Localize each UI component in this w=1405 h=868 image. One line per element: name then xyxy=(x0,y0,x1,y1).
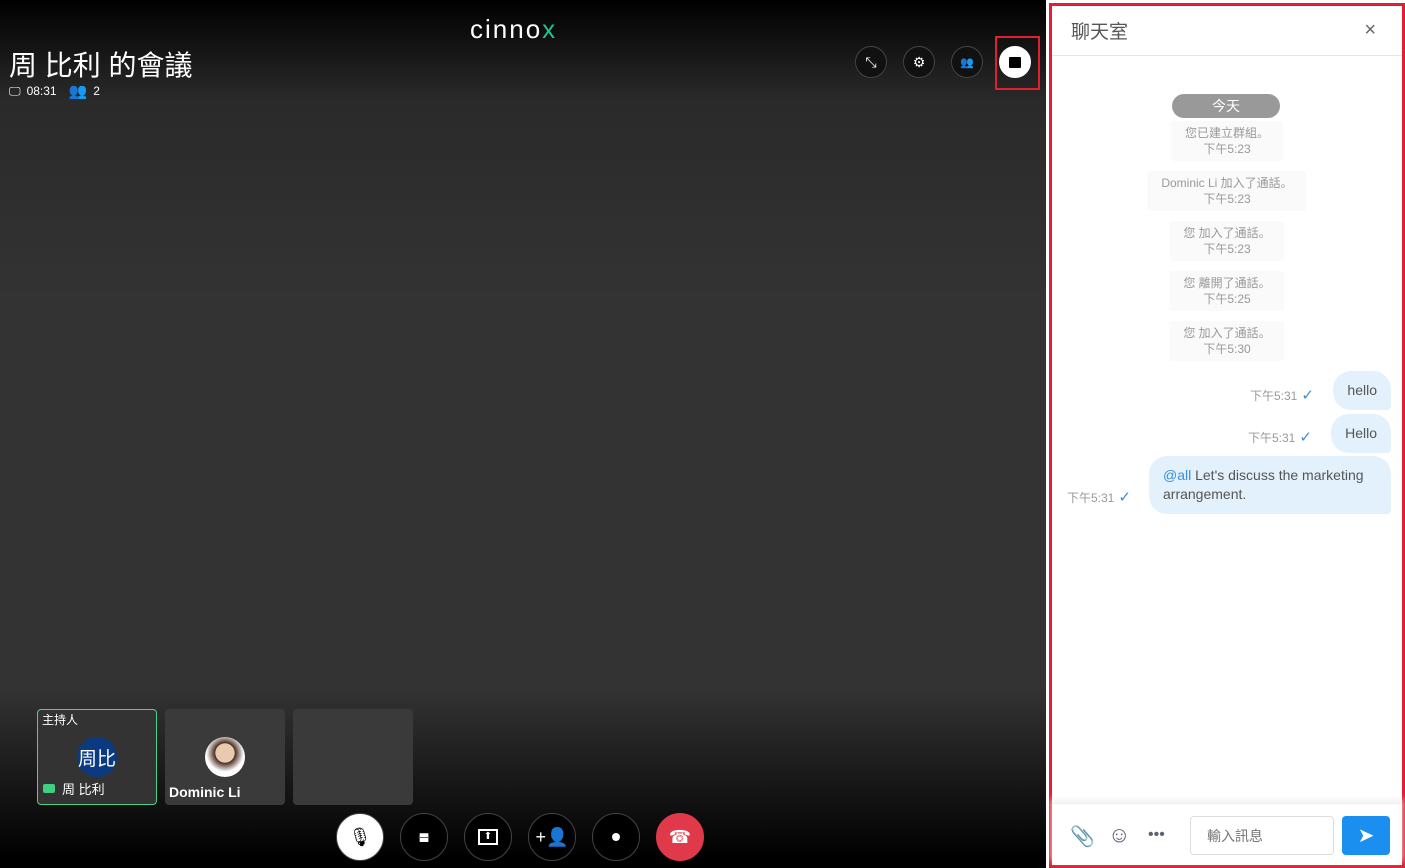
add-participant-button[interactable]: +👤 xyxy=(528,813,576,861)
participants-button[interactable]: 👥 xyxy=(951,46,983,78)
system-message: 您 加入了通話。 下午5:30 xyxy=(1169,321,1285,361)
cinnox-logo: cinnox xyxy=(470,14,558,44)
chat-header: 聊天室 × xyxy=(1052,6,1402,56)
read-check-icon: ✓ xyxy=(1301,387,1314,404)
participant-tile-host[interactable]: 主持人 周比 周 比利 xyxy=(37,709,157,805)
people-icon: 👥 xyxy=(68,83,88,100)
message-time: 下午5:31 ✓ xyxy=(1067,489,1131,506)
read-check-icon: ✓ xyxy=(1299,429,1312,446)
end-call-button[interactable]: ☎ xyxy=(656,813,704,861)
read-check-icon: ✓ xyxy=(1118,489,1131,506)
date-separator: 今天 xyxy=(1172,94,1280,118)
people-icon: 👥 xyxy=(960,56,974,69)
participant-count: 2 xyxy=(93,84,100,98)
participant-tile[interactable]: Dominic Li xyxy=(165,709,285,805)
message-input[interactable] xyxy=(1190,816,1334,855)
meeting-title: 周 比利 的會議 xyxy=(9,50,193,81)
chat-message: Hello xyxy=(1331,414,1391,453)
emoji-icon[interactable]: ☺ xyxy=(1108,822,1130,848)
camera-button[interactable]: ■ xyxy=(400,813,448,861)
message-time: 下午5:31 ✓ xyxy=(1248,429,1312,446)
hang-up-icon: ☎ xyxy=(668,826,692,847)
participant-name: 周 比利 xyxy=(62,782,105,797)
mic-button[interactable]: 🎙 xyxy=(336,813,384,861)
chat-message: hello xyxy=(1333,371,1391,410)
screen-icon: 🖵 xyxy=(9,83,21,98)
composer: 📎 ☺ ••• ➤ xyxy=(1052,803,1402,865)
system-message: 您 加入了通話。 下午5:23 xyxy=(1169,221,1285,261)
avatar: 周比 xyxy=(77,737,117,777)
send-icon: ➤ xyxy=(1357,825,1375,847)
microphone-icon: 🎙 xyxy=(348,826,372,847)
meeting-duration: 08:31 xyxy=(26,84,57,98)
empty-tile xyxy=(293,709,413,805)
camera-off-icon: ■ xyxy=(418,826,430,847)
settings-button[interactable]: ⚙ xyxy=(903,46,935,78)
minimize-button[interactable]: ⤡ xyxy=(855,46,887,78)
paperclip-icon[interactable]: 📎 xyxy=(1070,824,1095,849)
chat-title: 聊天室 xyxy=(1071,22,1129,43)
system-message: 您 離開了通話。 下午5:25 xyxy=(1169,271,1285,311)
record-icon xyxy=(612,833,620,841)
avatar xyxy=(205,737,245,777)
camera-icon xyxy=(43,784,55,793)
chat-message: @all Let's discuss the marketing arrange… xyxy=(1149,456,1391,514)
mention: @all xyxy=(1163,467,1192,483)
chat-panel: 聊天室 × 今天 您已建立群組。 下午5:23 Dominic Li 加入了通話。… xyxy=(1049,3,1405,868)
participant-name: Dominic Li xyxy=(169,784,241,800)
gear-icon: ⚙ xyxy=(912,53,926,70)
message-time: 下午5:31 ✓ xyxy=(1250,387,1314,404)
host-label: 主持人 xyxy=(42,713,79,727)
close-icon[interactable]: × xyxy=(1364,19,1376,42)
system-message: 您已建立群組。 下午5:23 xyxy=(1170,121,1284,161)
record-button[interactable] xyxy=(592,813,640,861)
more-icon[interactable]: ••• xyxy=(1148,826,1165,844)
collapse-icon: ⤡ xyxy=(865,53,877,70)
meeting-meta: 🖵 08:31 👥 2 xyxy=(9,82,100,100)
add-person-icon: +👤 xyxy=(535,826,569,847)
highlight-box xyxy=(995,36,1040,90)
share-screen-button[interactable]: ⬆ xyxy=(464,813,512,861)
video-stage: cinnox 周 比利 的會議 🖵 08:31 👥 2 ⤡ ⚙ 👥 主持人 周比… xyxy=(0,0,1046,868)
system-message: Dominic Li 加入了通話。 下午5:23 xyxy=(1147,171,1307,211)
send-button[interactable]: ➤ xyxy=(1342,816,1390,855)
share-screen-icon: ⬆ xyxy=(478,829,498,845)
